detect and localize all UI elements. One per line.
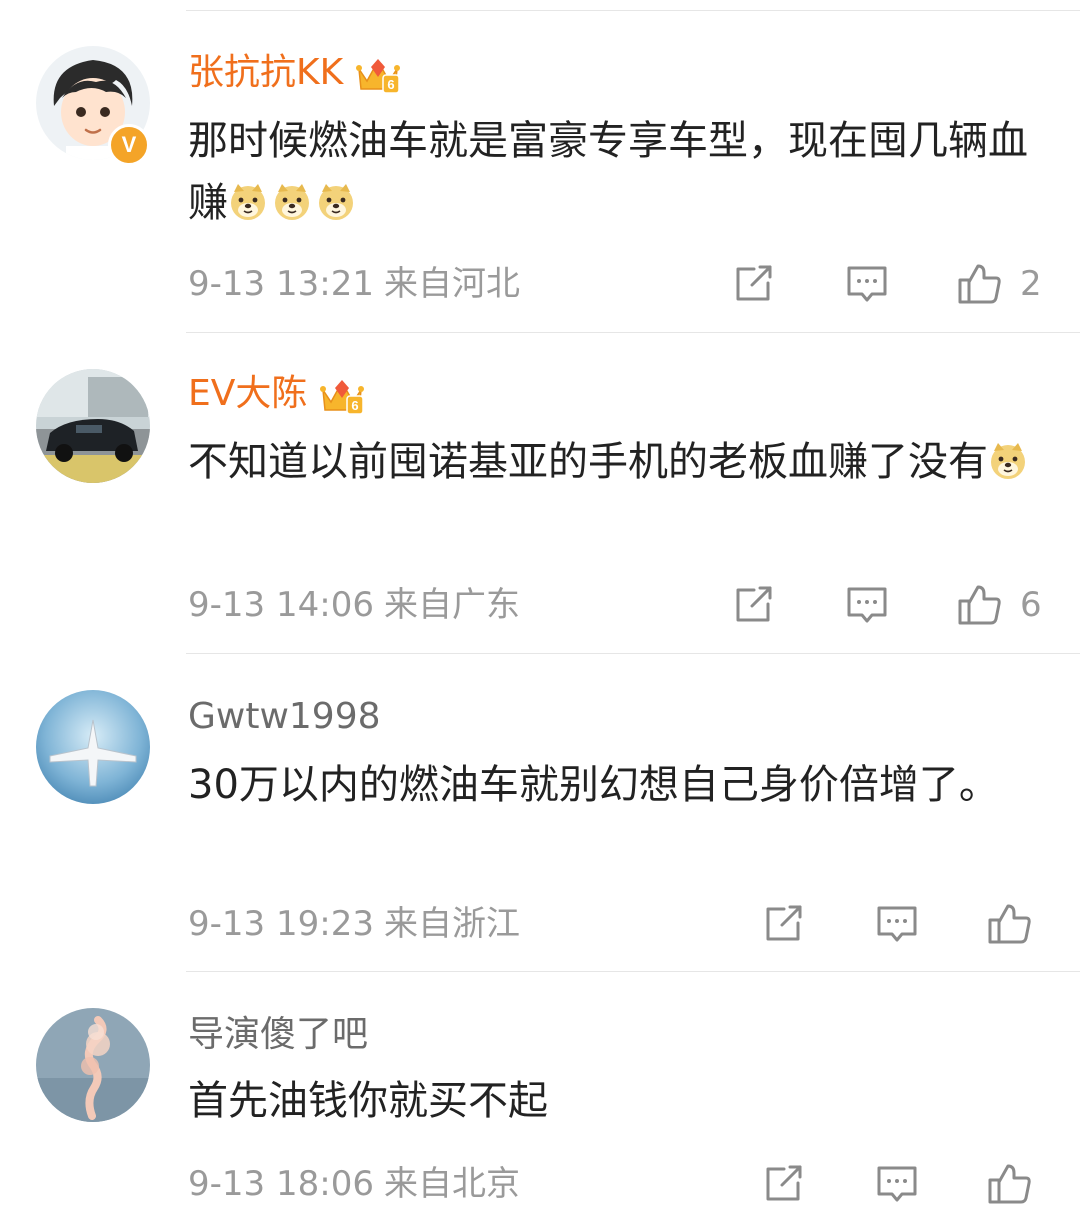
thumbs-up-icon xyxy=(958,264,1001,304)
comment-content: 30万以内的燃油车就别幻想自己身价倍增了。 xyxy=(188,762,999,808)
comment-time: 9-13 18:06 xyxy=(188,1164,374,1204)
username[interactable]: Gwtw1998 xyxy=(188,692,381,742)
svg-text:6: 6 xyxy=(352,398,359,413)
username-row: Gwtw1998 xyxy=(188,692,381,742)
share-icon xyxy=(736,265,772,301)
comment-meta: 9-13 14:06 来自广东 xyxy=(188,583,520,627)
comment-button[interactable] xyxy=(874,899,920,949)
comment-button[interactable] xyxy=(874,1159,920,1209)
thumbs-up-icon xyxy=(988,904,1031,944)
comment-icon xyxy=(877,1166,917,1202)
username-row: 张抗抗KK 6 xyxy=(188,48,401,98)
comment-icon xyxy=(877,906,917,942)
comment-button[interactable] xyxy=(844,259,890,309)
comment-text: 那时候燃油车就是富豪专享车型，现在囤几辆血赚 xyxy=(188,110,1058,234)
share-button[interactable] xyxy=(730,259,776,309)
comment-item: Gwtw1998 30万以内的燃油车就别幻想自己身价倍增了。 9-13 19:2… xyxy=(0,654,1080,972)
comment-item: EV大陈 6 不知道以前囤诺基亚的手机的老板血赚了没有 9-13 14:06 来自… xyxy=(0,333,1080,654)
comment-text: 首先油钱你就买不起 xyxy=(188,1070,1058,1132)
doge-emoji-icon xyxy=(275,184,309,220)
comment-icon xyxy=(847,587,887,623)
thumbs-up-icon xyxy=(988,1164,1031,1204)
comment-content: 不知道以前囤诺基亚的手机的老板血赚了没有 xyxy=(188,439,988,485)
like-button[interactable]: 2 xyxy=(956,259,1042,309)
comment-time: 9-13 14:06 xyxy=(188,585,374,625)
share-icon xyxy=(766,905,802,941)
comment-location: 来自广东 xyxy=(383,585,520,625)
username[interactable]: EV大陈 xyxy=(188,369,307,419)
comment-time: 9-13 13:21 xyxy=(188,264,374,304)
comment-time: 9-13 19:23 xyxy=(188,904,374,944)
comment-item: 导演傻了吧 首先油钱你就买不起 9-13 18:06 来自北京 xyxy=(0,972,1080,1229)
vip-crown-icon: 6 xyxy=(356,59,401,94)
comment-location: 来自浙江 xyxy=(383,904,520,944)
username[interactable]: 张抗抗KK xyxy=(188,48,343,98)
username[interactable]: 导演傻了吧 xyxy=(188,1010,368,1060)
share-icon xyxy=(736,586,772,622)
doge-emoji-icon xyxy=(319,184,353,220)
doge-emoji-icon xyxy=(231,184,265,220)
thumbs-up-icon xyxy=(958,585,1001,625)
comment-item: V 张抗抗KK 6 那时候燃油车就是富豪专享车型，现在囤几辆血赚 9-13 13… xyxy=(0,0,1080,333)
comment-content: 首先油钱你就买不起 xyxy=(188,1078,548,1124)
comment-icon xyxy=(847,266,887,302)
share-button[interactable] xyxy=(760,1159,806,1209)
avatar[interactable] xyxy=(36,690,150,804)
like-count: 6 xyxy=(1020,585,1042,625)
like-button[interactable] xyxy=(986,1159,1034,1209)
share-button[interactable] xyxy=(730,580,776,630)
like-count: 2 xyxy=(1020,264,1042,304)
share-button[interactable] xyxy=(760,899,806,949)
comment-text: 30万以内的燃油车就别幻想自己身价倍增了。 xyxy=(188,754,1058,816)
like-button[interactable] xyxy=(986,899,1034,949)
comment-meta: 9-13 19:23 来自浙江 xyxy=(188,902,520,946)
comment-location: 来自北京 xyxy=(383,1164,520,1204)
avatar[interactable] xyxy=(36,1008,150,1122)
username-row: EV大陈 6 xyxy=(188,369,365,419)
doge-emoji-icon xyxy=(991,443,1025,479)
comment-meta: 9-13 13:21 来自河北 xyxy=(188,262,520,306)
svg-text:6: 6 xyxy=(388,77,395,92)
avatar[interactable] xyxy=(36,369,150,483)
comment-text: 不知道以前囤诺基亚的手机的老板血赚了没有 xyxy=(188,431,1058,493)
comment-location: 来自河北 xyxy=(383,264,520,304)
comment-content: 那时候燃油车就是富豪专享车型，现在囤几辆血赚 xyxy=(188,118,1028,226)
verified-badge: V xyxy=(108,124,150,166)
vip-crown-icon: 6 xyxy=(320,380,365,415)
comment-button[interactable] xyxy=(844,580,890,630)
comment-meta: 9-13 18:06 来自北京 xyxy=(188,1162,520,1206)
username-row: 导演傻了吧 xyxy=(188,1010,368,1060)
share-icon xyxy=(766,1165,802,1201)
like-button[interactable]: 6 xyxy=(956,580,1042,630)
